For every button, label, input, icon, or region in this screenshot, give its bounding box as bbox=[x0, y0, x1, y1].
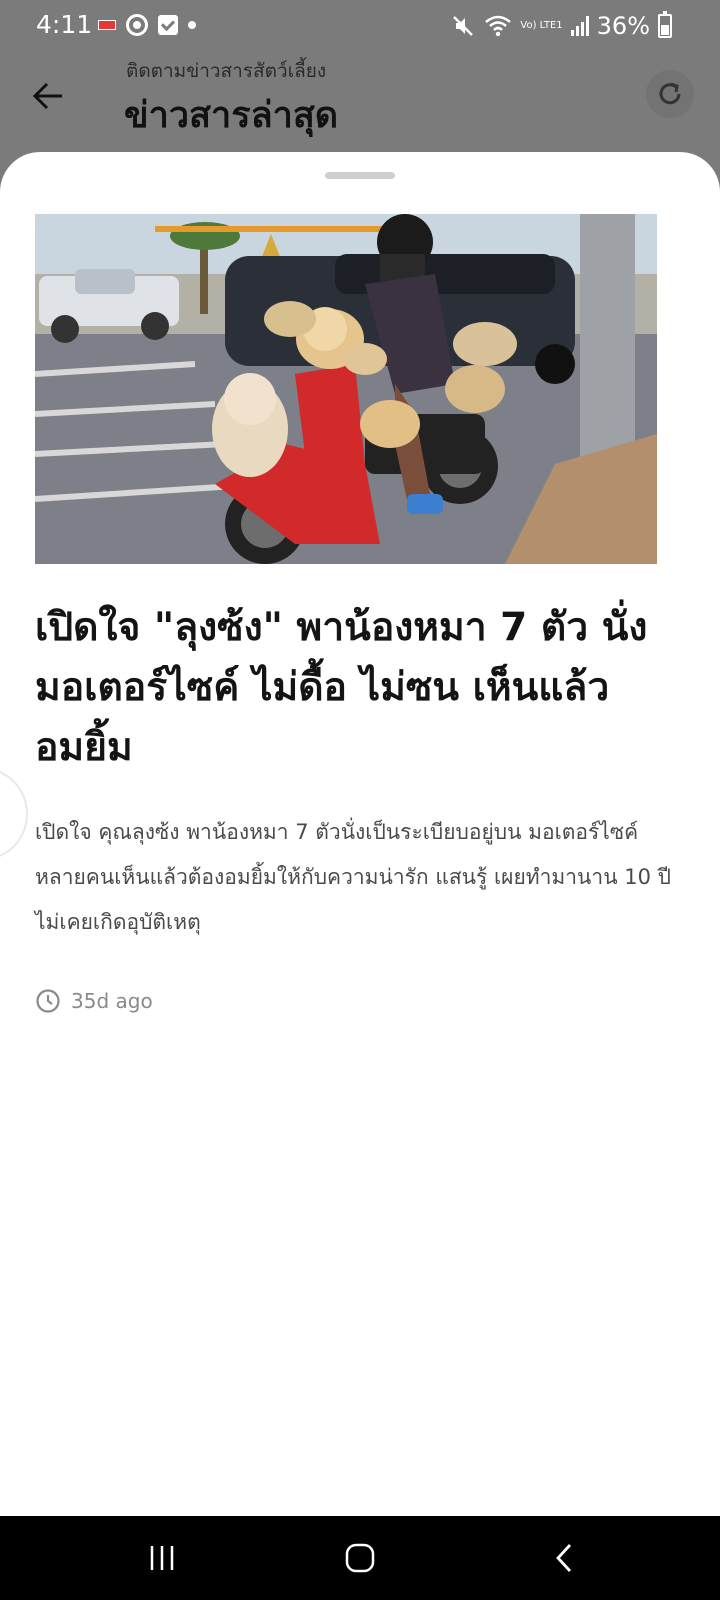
page-title: ข่าวสารล่าสุด bbox=[124, 95, 339, 136]
status-bar: 4:11 Vo) LTE1 36% bbox=[0, 0, 720, 56]
header-subtitle: ติดตามข่าวสารสัตว์เลี้ยง bbox=[126, 60, 327, 82]
app-header: ติดตามข่าวสารสัตว์เลี้ยง ข่าวสารล่าสุด bbox=[0, 56, 720, 156]
article-time-ago: 35d ago bbox=[71, 989, 153, 1013]
checkbox-notification-icon bbox=[158, 15, 178, 35]
home-button[interactable] bbox=[336, 1536, 384, 1580]
flag-notification-icon bbox=[98, 20, 116, 30]
mute-icon bbox=[453, 16, 474, 36]
recent-apps-icon bbox=[150, 1546, 174, 1570]
lte-indicator: Vo) LTE1 bbox=[520, 20, 563, 31]
home-icon bbox=[345, 1543, 375, 1573]
dogs-on-motorcycle-photo bbox=[35, 214, 657, 564]
chevron-left-icon bbox=[556, 1544, 572, 1572]
edge-swipe-handle[interactable] bbox=[0, 768, 28, 860]
signal-icon bbox=[570, 16, 589, 36]
recent-apps-button[interactable] bbox=[138, 1536, 186, 1580]
article-meta: 35d ago bbox=[35, 988, 153, 1014]
arrow-left-icon bbox=[32, 82, 62, 110]
app-notification-icon bbox=[126, 14, 148, 36]
article-bottom-sheet: เปิดใจ "ลุงซ้ง" พาน้องหมา 7 ตัว นั่งมอเต… bbox=[0, 152, 720, 1516]
article-title[interactable]: เปิดใจ "ลุงซ้ง" พาน้องหมา 7 ตัว นั่งมอเต… bbox=[35, 598, 685, 778]
system-navigation-bar bbox=[0, 1516, 720, 1600]
article-image bbox=[35, 214, 657, 564]
status-time: 4:11 bbox=[36, 10, 93, 39]
wifi-icon bbox=[485, 15, 512, 37]
battery-icon bbox=[658, 11, 672, 38]
system-status-icons: Vo) LTE1 36% bbox=[450, 11, 672, 40]
notification-icons bbox=[98, 14, 196, 36]
screen: 4:11 Vo) LTE1 36% ติดตามข่าวสารสัตว์เลี้… bbox=[0, 0, 720, 1600]
refresh-icon bbox=[659, 82, 681, 105]
back-nav-button[interactable] bbox=[540, 1536, 588, 1580]
refresh-button[interactable] bbox=[646, 70, 694, 118]
article-summary: เปิดใจ คุณลุงซ้ง พาน้องหมา 7 ตัวนั่งเป็น… bbox=[35, 820, 671, 934]
back-button[interactable] bbox=[28, 74, 72, 118]
more-notifications-icon bbox=[188, 21, 196, 29]
clock-icon bbox=[36, 989, 60, 1013]
battery-percent: 36% bbox=[596, 12, 650, 40]
drag-handle[interactable] bbox=[325, 172, 395, 179]
